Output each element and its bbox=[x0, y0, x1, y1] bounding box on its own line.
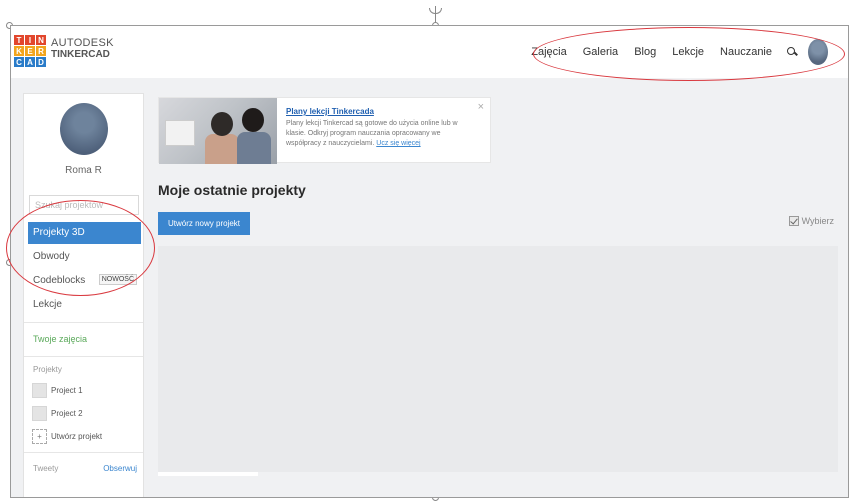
your-classes-link[interactable]: Twoje zajęcia bbox=[33, 334, 87, 344]
logo-tile: C bbox=[14, 57, 24, 67]
checkbox-icon bbox=[788, 216, 799, 226]
select-label: Wybierz bbox=[801, 216, 834, 226]
nav-lekcje[interactable]: Lekcje bbox=[672, 46, 704, 58]
project-thumbnail bbox=[32, 405, 47, 421]
select-toggle[interactable]: Wybierz bbox=[788, 216, 834, 226]
project-search-input[interactable]: Szukaj projektów bbox=[29, 195, 139, 215]
screenshot-frame: TIN KER CAD AUTODESK TINKERCAD Zajęcia Gal… bbox=[10, 25, 849, 498]
sidebar-project-2[interactable]: Project 2 bbox=[32, 405, 83, 421]
tweets-label: Tweety bbox=[33, 464, 59, 473]
sidebar-item-label: Lekcje bbox=[33, 299, 62, 310]
user-avatar-icon[interactable] bbox=[808, 39, 828, 65]
main-nav: Zajęcia Galeria Blog Lekcje Nauczanie bbox=[515, 26, 828, 78]
page-title: Moje ostatnie projekty bbox=[158, 182, 306, 198]
projects-label: Projekty bbox=[33, 365, 62, 374]
brand-name: AUTODESK TINKERCAD bbox=[51, 37, 114, 61]
new-badge: NOWOŚĆ bbox=[98, 274, 137, 285]
search-icon[interactable] bbox=[786, 46, 798, 58]
sidebar-item-codeblocks[interactable]: Codeblocks NOWOŚĆ bbox=[28, 270, 141, 292]
banner-text: Plany lekcji Tinkercad są gotowe do użyc… bbox=[286, 119, 476, 149]
banner-body-text: Plany lekcji Tinkercad są gotowe do użyc… bbox=[286, 120, 458, 147]
projects-grid bbox=[158, 246, 838, 472]
logo-tile: R bbox=[36, 46, 46, 56]
plus-icon: + bbox=[32, 428, 47, 444]
banner-image bbox=[159, 98, 277, 164]
banner-title-link[interactable]: Plany lekcji Tinkercada bbox=[286, 107, 374, 116]
logo-tile: I bbox=[25, 35, 35, 45]
lesson-plans-banner: Plany lekcji Tinkercada Plany lekcji Tin… bbox=[158, 97, 491, 164]
tinkercad-logo[interactable]: TIN KER CAD bbox=[14, 35, 46, 67]
profile-name: Roma R bbox=[65, 165, 102, 176]
sidebar-item-lekcje[interactable]: Lekcje bbox=[28, 294, 141, 316]
sidebar-new-project[interactable]: + Utwórz projekt bbox=[32, 428, 102, 444]
rotate-handle[interactable] bbox=[429, 8, 442, 14]
brand-line-1: AUTODESK bbox=[51, 37, 114, 49]
banner-learn-more-link[interactable]: Ucz się więcej bbox=[376, 140, 420, 147]
top-bar: TIN KER CAD AUTODESK TINKERCAD Zajęcia Gal… bbox=[11, 26, 848, 78]
project-name: Project 1 bbox=[51, 385, 83, 395]
sidebar-divider bbox=[24, 322, 143, 323]
profile-avatar[interactable] bbox=[60, 103, 108, 155]
sidebar-item-label: Codeblocks bbox=[33, 275, 86, 286]
sidebar: Roma R Szukaj projektów Projekty 3D Obwo… bbox=[23, 93, 144, 497]
sidebar-item-projekty-3d[interactable]: Projekty 3D bbox=[28, 222, 141, 244]
nav-galeria[interactable]: Galeria bbox=[583, 46, 618, 58]
create-new-project-button[interactable]: Utwórz nowy projekt bbox=[158, 212, 250, 235]
brand-line-2: TINKERCAD bbox=[51, 49, 110, 60]
nav-zajecia[interactable]: Zajęcia bbox=[531, 46, 566, 58]
nav-nauczanie[interactable]: Nauczanie bbox=[720, 46, 772, 58]
logo-tile: N bbox=[36, 35, 46, 45]
sidebar-item-obwody[interactable]: Obwody bbox=[28, 246, 141, 268]
sidebar-project-1[interactable]: Project 1 bbox=[32, 382, 83, 398]
close-icon[interactable]: × bbox=[478, 101, 484, 113]
logo-tile: E bbox=[25, 46, 35, 56]
new-project-label: Utwórz projekt bbox=[51, 431, 103, 441]
sidebar-item-label: Obwody bbox=[33, 251, 70, 262]
sidebar-divider bbox=[24, 452, 143, 453]
logo-tile: D bbox=[36, 57, 46, 67]
nav-blog[interactable]: Blog bbox=[634, 46, 656, 58]
logo-tile: K bbox=[14, 46, 24, 56]
project-name: Project 2 bbox=[51, 408, 83, 418]
projects-scroll-indicator bbox=[158, 472, 258, 476]
project-thumbnail bbox=[32, 382, 47, 398]
logo-tile: T bbox=[14, 35, 24, 45]
sidebar-divider bbox=[24, 356, 143, 357]
logo-tile: A bbox=[25, 57, 35, 67]
follow-link[interactable]: Obserwuj bbox=[103, 464, 137, 473]
sidebar-item-label: Projekty 3D bbox=[33, 227, 85, 238]
